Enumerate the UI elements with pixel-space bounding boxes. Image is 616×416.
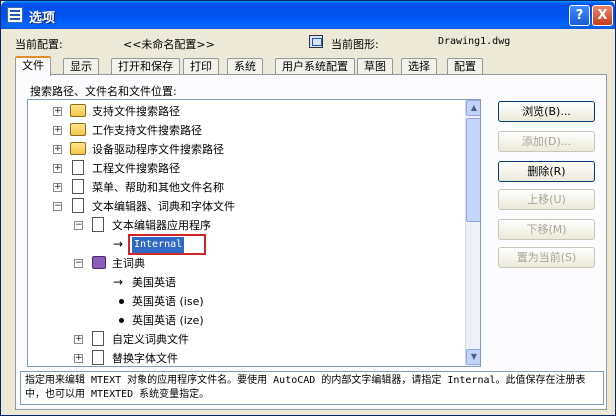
project-file-icon (72, 160, 84, 175)
tree-label: 工程文件搜索路径 (92, 162, 180, 175)
tab-drafting[interactable]: 草图 (357, 58, 393, 75)
arrow-right-icon: → (113, 275, 124, 289)
scroll-down-icon[interactable]: ▼ (466, 349, 480, 365)
expand-icon[interactable]: + (74, 354, 83, 363)
tree-label: 美国英语 (132, 276, 176, 289)
move-down-button[interactable]: 下移(M) (498, 219, 595, 240)
tree-label: 支持文件搜索路径 (92, 105, 180, 118)
tree-label: 自定义词典文件 (112, 333, 189, 346)
tree-label: 设备驱动程序文件搜索路径 (92, 143, 224, 156)
tree-node-alternate-font[interactable]: + 替换字体文件 (28, 350, 458, 366)
tree-label: 文本编辑器应用程序 (112, 219, 211, 232)
title-bar[interactable]: 选项 ? X (1, 1, 615, 29)
files-tab-panel: 搜索路径、文件名和文件位置: + 支持文件搜索路径 + 工作支持文件搜索路径 +… (15, 74, 607, 410)
tab-files[interactable]: 文件 (15, 56, 51, 76)
folder-icon (70, 123, 86, 136)
current-drawing-value: Drawing1.dwg (438, 36, 511, 47)
tree-label: 文本编辑器、词典和字体文件 (92, 200, 235, 213)
tree-node-custom-dictionary[interactable]: + 自定义词典文件 (28, 331, 458, 349)
remove-button[interactable]: 删除(R) (498, 161, 595, 182)
set-current-button[interactable]: 置为当前(S) (498, 247, 595, 268)
folder-icon (70, 104, 86, 117)
file-icon (72, 179, 84, 194)
tree-node-working-support-paths[interactable]: + 工作支持文件搜索路径 (28, 122, 458, 140)
expand-icon[interactable]: + (53, 183, 62, 192)
expand-icon[interactable]: + (53, 107, 62, 116)
tab-system[interactable]: 系统 (227, 58, 263, 75)
scroll-thumb[interactable] (466, 118, 480, 222)
tree-node-support-paths[interactable]: + 支持文件搜索路径 (28, 103, 458, 121)
tree-label: 工作支持文件搜索路径 (92, 124, 202, 137)
current-profile-label: 当前配置: (15, 38, 63, 51)
move-up-button[interactable]: 上移(U) (498, 189, 595, 210)
tree-node-main-dictionary[interactable]: − 主词典 (28, 255, 458, 273)
collapse-icon[interactable]: − (53, 202, 62, 211)
expand-icon[interactable]: + (53, 145, 62, 154)
tab-plot[interactable]: 打印 (183, 58, 219, 75)
browse-button[interactable]: 浏览(B)... (498, 101, 595, 122)
bullet-icon (119, 318, 124, 323)
expand-icon[interactable]: + (53, 126, 62, 135)
tree-label: 替换字体文件 (112, 352, 178, 365)
tree-label: 主词典 (112, 257, 145, 270)
tree-node-text-editor-app[interactable]: − 文本编辑器应用程序 (28, 217, 458, 235)
tab-user-preferences[interactable]: 用户系统配置 (275, 58, 355, 75)
search-paths-label: 搜索路径、文件名和文件位置: (30, 85, 177, 98)
help-button[interactable]: ? (569, 5, 590, 26)
tab-selection[interactable]: 选择 (401, 58, 437, 75)
current-profile-value: <<未命名配置>> (123, 38, 215, 51)
app-icon (7, 7, 23, 23)
folder-icon (70, 142, 86, 155)
tree-node-project-paths[interactable]: + 工程文件搜索路径 (28, 160, 458, 178)
scroll-up-icon[interactable]: ▲ (466, 100, 480, 116)
window-title: 选项 (29, 11, 56, 26)
tree-content: + 支持文件搜索路径 + 工作支持文件搜索路径 + 设备驱动程序文件搜索路径 + (28, 100, 464, 366)
tree-node-text-editor-dictionary-font[interactable]: − 文本编辑器、词典和字体文件 (28, 198, 458, 216)
tab-open-save[interactable]: 打开和保存 (111, 58, 180, 75)
drawing-icon (309, 35, 323, 48)
tree-node-internal[interactable]: → Internal (28, 236, 458, 254)
tree-node-us-english[interactable]: → 美国英语 (28, 274, 458, 292)
text-file-icon (72, 198, 84, 213)
tree-node-uk-english-ise[interactable]: 英国英语 (ise) (28, 293, 458, 311)
font-file-icon (92, 350, 104, 365)
tree-node-device-driver-paths[interactable]: + 设备驱动程序文件搜索路径 (28, 141, 458, 159)
vertical-scrollbar[interactable]: ▲ ▼ (465, 100, 480, 366)
tree-node-menu-help-files[interactable]: + 菜单、帮助和其他文件名称 (28, 179, 458, 197)
collapse-icon[interactable]: − (74, 259, 83, 268)
editor-file-icon (92, 217, 104, 232)
dictionary-file-icon (92, 331, 104, 346)
tree-label: 英国英语 (ize) (132, 314, 204, 327)
add-button[interactable]: 添加(D)... (498, 131, 595, 152)
tree-label: 英国英语 (ise) (132, 295, 204, 308)
tree-label: 菜单、帮助和其他文件名称 (92, 181, 224, 194)
file-tree[interactable]: + 支持文件搜索路径 + 工作支持文件搜索路径 + 设备驱动程序文件搜索路径 + (27, 99, 481, 367)
options-dialog: 选项 ? X 当前配置: <<未命名配置>> 当前图形: Drawing1.dw… (0, 0, 616, 416)
current-drawing-label: 当前图形: (331, 38, 379, 51)
tree-node-uk-english-ize[interactable]: 英国英语 (ize) (28, 312, 458, 330)
arrow-right-icon: → (113, 237, 124, 251)
bullet-icon (119, 299, 124, 304)
expand-icon[interactable]: + (53, 164, 62, 173)
collapse-icon[interactable]: − (74, 221, 83, 230)
description-box: 指定用来编辑 MTEXT 对象的应用程序文件名。要使用 AutoCAD 的内部文… (20, 371, 604, 405)
dictionary-icon (92, 256, 106, 269)
expand-icon[interactable]: + (74, 335, 83, 344)
close-button[interactable]: X (592, 5, 613, 26)
tab-display[interactable]: 显示 (63, 58, 99, 75)
highlight-box (128, 234, 206, 255)
tab-profiles[interactable]: 配置 (447, 58, 483, 75)
